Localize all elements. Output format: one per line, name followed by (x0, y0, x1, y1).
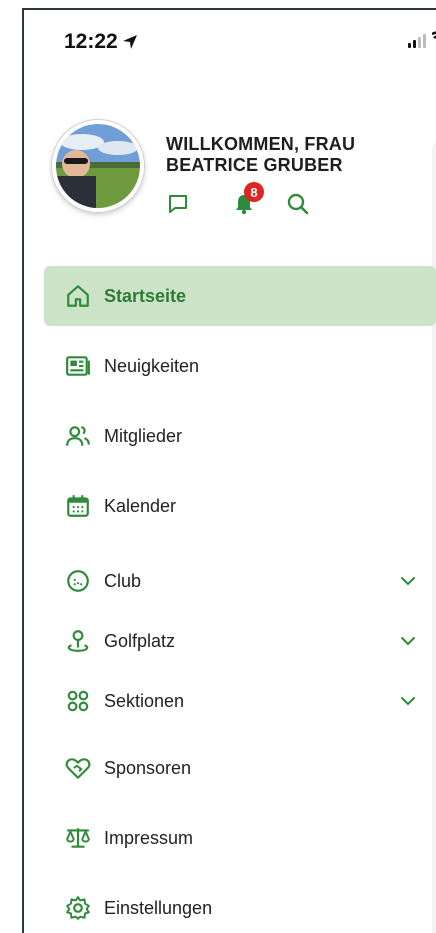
bell-icon[interactable]: 8 (230, 182, 264, 218)
avatar[interactable] (52, 120, 144, 212)
notification-badge: 8 (244, 182, 264, 202)
status-indicators (408, 30, 436, 51)
wifi-icon (431, 30, 436, 51)
grid-circles-icon (64, 687, 92, 715)
chat-icon[interactable] (164, 190, 192, 218)
scales-icon (64, 824, 92, 852)
location-arrow-icon (122, 32, 138, 56)
app-frame: 12:22 WILLKOMMEN, FRAU BEATRICE GRUBER 8 (22, 8, 436, 933)
menu-item-startseite[interactable]: Startseite (44, 266, 436, 326)
status-time: 12:22 (64, 30, 138, 56)
map-pin-icon (64, 627, 92, 655)
home-icon (64, 282, 92, 310)
users-icon (64, 422, 92, 450)
signal-icon (408, 33, 426, 48)
menu-item-sponsoren[interactable]: Sponsoren (44, 738, 436, 798)
menu-item-impressum[interactable]: Impressum (44, 808, 436, 868)
calendar-icon (64, 492, 92, 520)
heart-handshake-icon (64, 754, 92, 782)
newspaper-icon (64, 352, 92, 380)
menu-item-club[interactable]: Club (44, 551, 436, 611)
menu-item-neuigkeiten[interactable]: Neuigkeiten (44, 336, 436, 396)
header-actions: 8 (164, 182, 312, 218)
menu-item-mitglieder[interactable]: Mitglieder (44, 406, 436, 466)
menu-item-golfplatz[interactable]: Golfplatz (44, 611, 436, 671)
chevron-down-icon[interactable] (400, 693, 416, 709)
chevron-down-icon[interactable] (400, 573, 416, 589)
menu-item-kalender[interactable]: Kalender (44, 476, 436, 536)
menu-item-sektionen[interactable]: Sektionen (44, 671, 436, 731)
golf-ball-icon (64, 567, 92, 595)
settings-icon (64, 894, 92, 922)
chevron-down-icon[interactable] (400, 633, 416, 649)
welcome-text: WILLKOMMEN, FRAU BEATRICE GRUBER (166, 134, 356, 175)
search-icon[interactable] (284, 190, 312, 218)
